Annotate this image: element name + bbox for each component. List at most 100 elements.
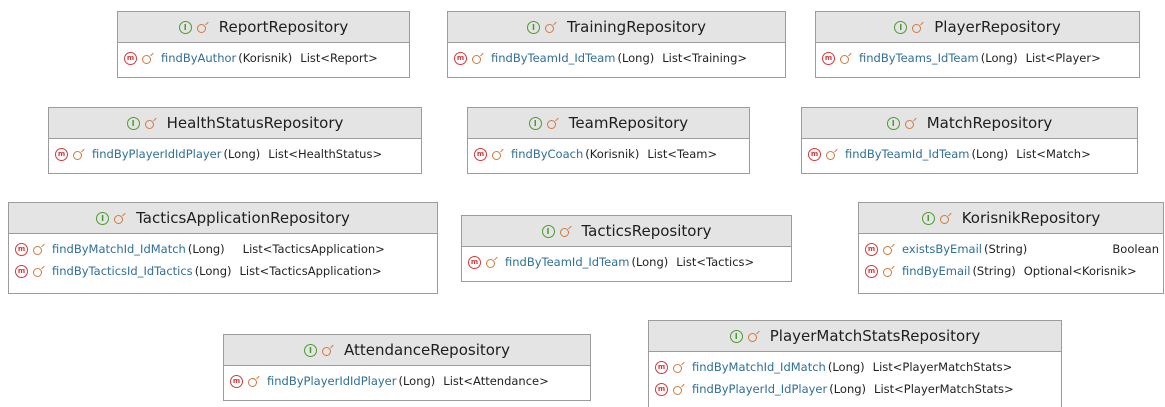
- method-row[interactable]: m findByTacticsId_IdTactics (Long) List<…: [15, 260, 437, 282]
- interface-icon: I: [729, 329, 743, 343]
- method-icon: m: [468, 255, 481, 269]
- method-params: (Long): [617, 51, 655, 65]
- method-row[interactable]: m findByEmail (String) Optional<Korisnik…: [865, 260, 1159, 282]
- method-row[interactable]: m findByTeamId_IdTeam (Long) List<Traini…: [454, 47, 785, 69]
- public-visibility-icon: [73, 150, 82, 160]
- method-name: findByMatchId_IdMatch: [692, 360, 826, 374]
- public-visibility-icon: [883, 245, 892, 255]
- repo-title: TeamRepository: [568, 114, 689, 132]
- repo-box[interactable]: I TrainingRepository m findByTeamId_IdTe…: [447, 11, 786, 78]
- repo-box[interactable]: I HealthStatusRepository m findByPlayerI…: [48, 107, 422, 174]
- repo-box[interactable]: I PlayerMatchStatsRepository m findByMat…: [648, 320, 1062, 407]
- repo-title: TacticsApplicationRepository: [136, 209, 350, 227]
- repo-header[interactable]: I KorisnikRepository: [859, 203, 1163, 234]
- repo-box[interactable]: I AttendanceRepository m findByPlayerIdI…: [223, 334, 591, 401]
- repo-header[interactable]: I HealthStatusRepository: [49, 108, 421, 139]
- public-visibility-icon: [826, 150, 835, 160]
- method-return-type: List<PlayerMatchStats>: [874, 382, 1014, 396]
- public-visibility-icon: [486, 258, 495, 268]
- public-visibility-icon: [248, 377, 257, 387]
- method-name: findByTeamId_IdTeam: [505, 255, 630, 269]
- interface-icon: I: [304, 343, 318, 357]
- method-name: findByMatchId_IdMatch: [52, 242, 186, 256]
- repo-title: TacticsRepository: [581, 222, 712, 240]
- method-row[interactable]: m findByPlayerId_IdPlayer (Long) List<Pl…: [655, 378, 1061, 400]
- repo-box[interactable]: I MatchRepository m findByTeamId_IdTeam …: [801, 107, 1138, 174]
- public-visibility-icon: [559, 227, 569, 237]
- method-row[interactable]: m findByCoach (Korisnik) List<Team>: [474, 143, 749, 165]
- method-icon: m: [474, 147, 487, 161]
- method-params: (Korisnik): [585, 147, 640, 161]
- method-row[interactable]: m findByMatchId_IdMatch (Long) List<Play…: [655, 356, 1061, 378]
- method-icon: m: [15, 242, 28, 256]
- method-return-type: List<TacticsApplication>: [242, 242, 385, 256]
- method-return-type: List<HealthStatus>: [268, 147, 383, 161]
- method-icon: m: [808, 147, 821, 161]
- repo-header[interactable]: I AttendanceRepository: [224, 335, 590, 366]
- method-row[interactable]: m existsByEmail (String) Boolean: [865, 238, 1159, 260]
- public-visibility-icon: [196, 23, 206, 33]
- method-row[interactable]: m findByTeamId_IdTeam (Long) List<Tactic…: [468, 251, 791, 273]
- method-return-type: List<Attendance>: [443, 374, 549, 388]
- method-params: (Long): [631, 255, 669, 269]
- repo-header[interactable]: I TeamRepository: [468, 108, 749, 139]
- method-return-type: List<Tactics>: [676, 255, 755, 269]
- public-visibility-icon: [33, 245, 42, 255]
- method-params: (Long): [187, 242, 225, 256]
- method-return-type: List<Report>: [300, 51, 378, 65]
- repo-box[interactable]: I TacticsRepository m findByTeamId_IdTea…: [461, 215, 792, 282]
- public-visibility-icon: [545, 23, 555, 33]
- interface-icon: I: [178, 20, 192, 34]
- method-name: findByTeamId_IdTeam: [845, 147, 970, 161]
- method-icon: m: [865, 264, 878, 278]
- method-icon: m: [230, 374, 243, 388]
- repo-box[interactable]: I TeamRepository m findByCoach (Korisnik…: [467, 107, 750, 174]
- repo-title: PlayerRepository: [934, 18, 1061, 36]
- method-params: (String): [972, 264, 1016, 278]
- method-name: findByTeamId_IdTeam: [491, 51, 616, 65]
- interface-icon: I: [886, 116, 900, 130]
- repo-title: TrainingRepository: [567, 18, 706, 36]
- public-visibility-icon: [939, 214, 949, 224]
- public-visibility-icon: [33, 267, 42, 277]
- method-return-type: List<TacticsApplication>: [239, 264, 382, 278]
- repo-box[interactable]: I ReportRepository m findByAuthor (Koris…: [117, 11, 410, 78]
- method-icon: m: [124, 51, 137, 65]
- repo-title: MatchRepository: [926, 114, 1053, 132]
- method-name: findByPlayerIdIdPlayer: [267, 374, 397, 388]
- repo-title: ReportRepository: [218, 18, 349, 36]
- public-visibility-icon: [747, 332, 757, 342]
- repo-title: HealthStatusRepository: [166, 114, 344, 132]
- method-name: findByTeams_IdTeam: [859, 51, 979, 65]
- method-return-type: List<Match>: [1016, 147, 1091, 161]
- repo-header[interactable]: I TrainingRepository: [448, 12, 785, 43]
- method-name: findByPlayerIdIdPlayer: [92, 147, 222, 161]
- repo-header[interactable]: I TacticsApplicationRepository: [9, 203, 437, 234]
- repo-box[interactable]: I KorisnikRepository m existsByEmail (St…: [858, 202, 1164, 294]
- method-row[interactable]: m findByPlayerIdIdPlayer (Long) List<Hea…: [55, 143, 421, 165]
- repo-header[interactable]: I MatchRepository: [802, 108, 1137, 139]
- repo-title: KorisnikRepository: [961, 209, 1101, 227]
- repo-header[interactable]: I ReportRepository: [118, 12, 409, 43]
- method-params: (String): [983, 242, 1028, 256]
- method-row[interactable]: m findByTeams_IdTeam (Long) List<Player>: [822, 47, 1139, 69]
- method-row[interactable]: m findByPlayerIdIdPlayer (Long) List<Att…: [230, 370, 590, 392]
- repo-box[interactable]: I TacticsApplicationRepository m findByM…: [8, 202, 438, 294]
- interface-icon: I: [921, 211, 935, 225]
- method-return-type: List<Team>: [647, 147, 718, 161]
- public-visibility-icon: [904, 119, 914, 129]
- method-row[interactable]: m findByMatchId_IdMatch (Long) List<Tact…: [15, 238, 437, 260]
- repo-header[interactable]: I TacticsRepository: [462, 216, 791, 247]
- public-visibility-icon: [144, 119, 154, 129]
- method-row[interactable]: m findByTeamId_IdTeam (Long) List<Match>: [808, 143, 1137, 165]
- method-return-type: List<Training>: [662, 51, 748, 65]
- repo-header[interactable]: I PlayerMatchStatsRepository: [649, 321, 1061, 352]
- repo-box[interactable]: I PlayerRepository m findByTeams_IdTeam …: [815, 11, 1140, 78]
- method-params: (Long): [827, 360, 865, 374]
- method-name: findByPlayerId_IdPlayer: [692, 382, 828, 396]
- public-visibility-icon: [114, 214, 124, 224]
- public-visibility-icon: [840, 54, 849, 64]
- method-row[interactable]: m findByAuthor (Korisnik) List<Report>: [124, 47, 409, 69]
- repo-header[interactable]: I PlayerRepository: [816, 12, 1139, 43]
- interface-icon: I: [126, 116, 140, 130]
